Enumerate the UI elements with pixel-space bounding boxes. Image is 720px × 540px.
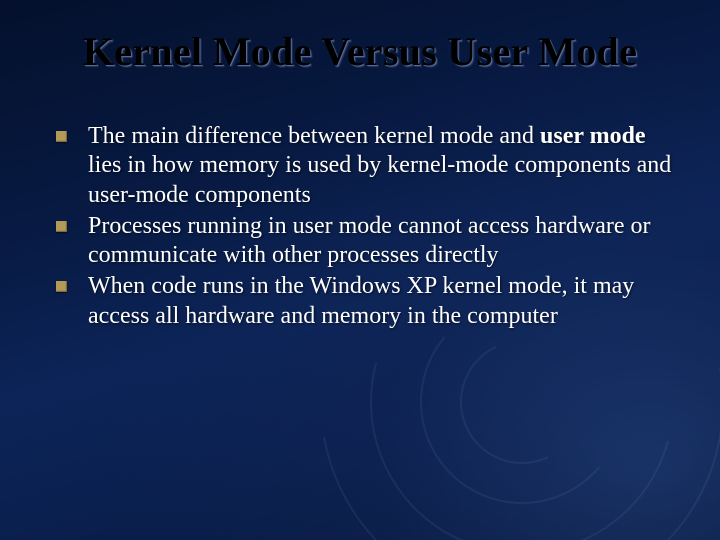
list-item: Processes running in user mode cannot ac… xyxy=(54,212,672,271)
bullet-text-bold: user mode xyxy=(540,123,646,149)
bullet-text-post: lies in how memory is used by kernel-mod… xyxy=(88,152,671,207)
bullet-icon xyxy=(56,131,67,142)
list-item: When code runs in the Windows XP kernel … xyxy=(54,272,672,331)
bullet-icon xyxy=(56,221,67,232)
slide: Kernel Mode Versus User Mode The main di… xyxy=(0,0,720,540)
bullet-text-pre: Processes running in user mode cannot ac… xyxy=(88,213,650,268)
list-item: The main difference between kernel mode … xyxy=(54,122,672,210)
slide-title: Kernel Mode Versus User Mode xyxy=(0,28,720,75)
bullet-text-pre: The main difference between kernel mode … xyxy=(88,123,540,149)
bullet-list: The main difference between kernel mode … xyxy=(54,122,672,333)
bullet-text-pre: When code runs in the Windows XP kernel … xyxy=(88,273,634,328)
bullet-icon xyxy=(56,281,67,292)
